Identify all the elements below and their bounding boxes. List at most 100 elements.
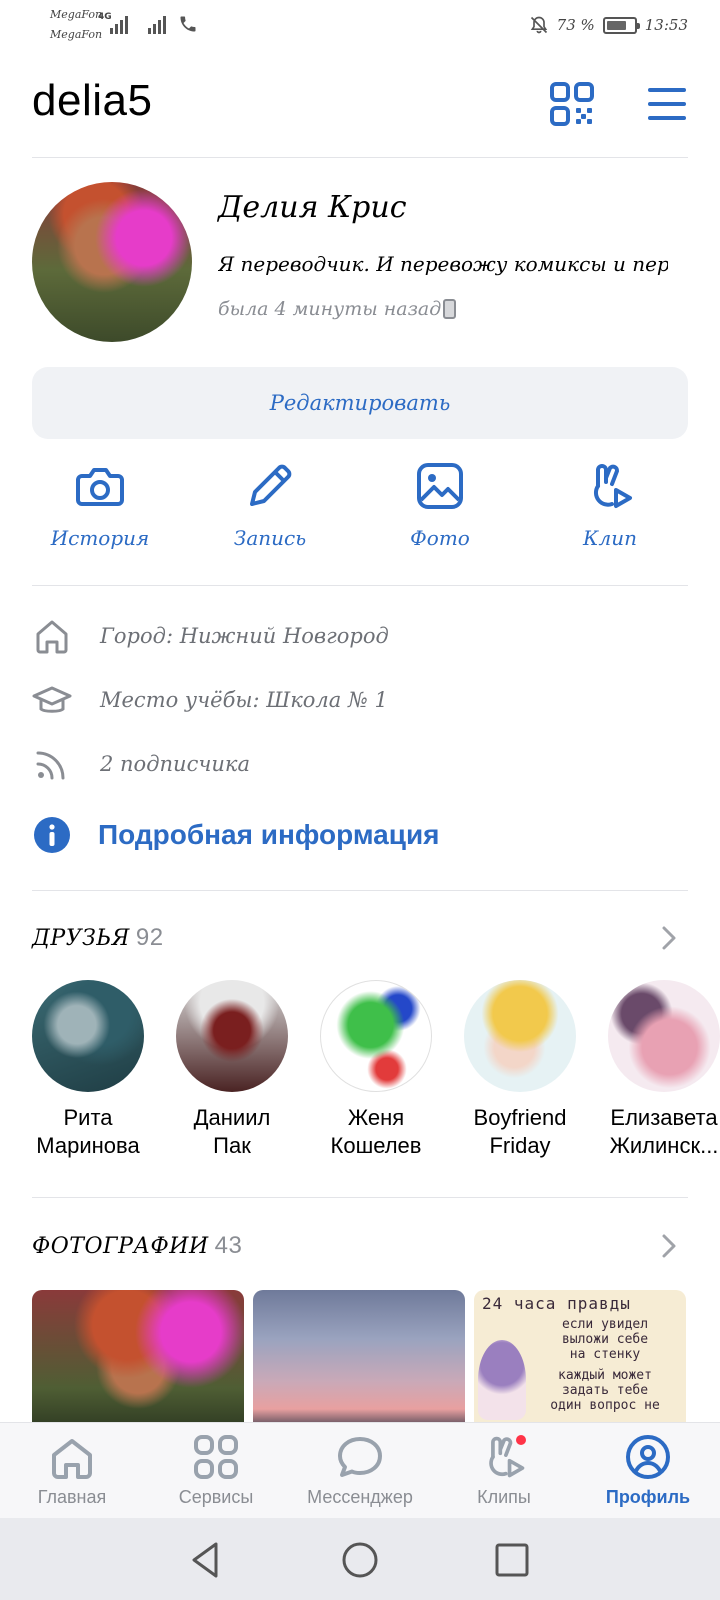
info-school: Место учёбы: Школа № 1 <box>32 680 688 720</box>
profile-header: delia5 <box>32 62 688 158</box>
home-circle-icon[interactable] <box>338 1538 382 1582</box>
qr-code-button[interactable] <box>548 80 596 128</box>
nav-messenger-label: Мессенджер <box>307 1487 413 1507</box>
photo-thumbnail[interactable] <box>32 1290 244 1430</box>
action-clip-label: Клип <box>583 526 637 550</box>
phone-call-icon <box>180 16 196 32</box>
divider <box>32 585 688 586</box>
friend-avatar[interactable] <box>320 980 432 1092</box>
profile-bio[interactable]: Я переводчик. И перевожу комиксы и перев… <box>218 252 668 276</box>
photos-title-text: ФОТОГРАФИИ <box>32 1234 209 1259</box>
education-icon <box>32 686 72 713</box>
carrier-2: MegaFon <box>50 28 103 41</box>
profile-avatar[interactable] <box>32 182 192 342</box>
info-followers[interactable]: 2 подписчика <box>32 744 688 784</box>
edit-profile-button[interactable]: Редактировать <box>32 367 688 439</box>
followers-icon <box>36 751 65 780</box>
info-city: Город: Нижний Новгород <box>32 616 688 656</box>
image-icon <box>417 463 463 509</box>
friend-last-name: Friday <box>489 1133 551 1158</box>
signal-icon <box>110 16 128 34</box>
friend-first-name: Даниил <box>193 1105 271 1130</box>
friends-header[interactable]: ДРУЗЬЯ 92 <box>32 918 688 958</box>
photos-count: 43 <box>214 1232 243 1259</box>
friend-first-name: Женя <box>347 1105 405 1130</box>
action-post[interactable]: Запись <box>200 460 340 570</box>
friend-avatar[interactable] <box>176 980 288 1092</box>
friend-first-name: Рита <box>63 1105 113 1130</box>
friends-count: 92 <box>135 924 164 951</box>
chevron-right-icon[interactable] <box>660 1232 678 1260</box>
friend-last-name: Пак <box>213 1133 251 1158</box>
divider <box>32 1197 688 1198</box>
nav-clips-label: Клипы <box>477 1487 531 1507</box>
info-icon <box>34 817 70 853</box>
chevron-right-icon[interactable] <box>660 924 678 952</box>
nav-profile[interactable]: Профиль <box>576 1433 720 1508</box>
friend-card[interactable]: Даниил Пак <box>160 980 304 1160</box>
friends-title: ДРУЗЬЯ 92 <box>32 924 164 952</box>
carrier-1: MegaFon <box>50 8 103 21</box>
recents-icon[interactable] <box>490 1538 534 1582</box>
action-photo-label: Фото <box>410 526 470 550</box>
mute-bell-icon <box>530 16 547 34</box>
pencil-icon <box>250 464 292 506</box>
friends-list: Рита Маринова Даниил Пак Женя Кошелев Boyfr… <box>0 980 720 1160</box>
photo-note-line: задать тебе <box>561 1383 649 1398</box>
friend-card[interactable]: Елизавета Жилинск... <box>592 980 720 1160</box>
clock: 13:53 <box>644 16 688 34</box>
photo-note-line: на стенку <box>569 1347 641 1362</box>
followers-text: 2 подписчика <box>100 752 250 776</box>
more-info-link[interactable]: Подробная информация <box>32 815 440 855</box>
home-icon <box>52 1439 92 1479</box>
friend-card[interactable]: Женя Кошелев <box>304 980 448 1160</box>
friend-first-name: Boyfriend <box>473 1105 567 1130</box>
friend-name: Женя Кошелев <box>304 1104 448 1160</box>
services-icon <box>194 1435 238 1479</box>
signal-icon-2 <box>148 16 166 34</box>
friend-avatar[interactable] <box>608 980 720 1092</box>
friend-last-name: Кошелев <box>330 1133 422 1158</box>
clip-icon <box>594 464 632 508</box>
nav-clips[interactable]: Клипы <box>432 1433 576 1508</box>
photo-note-line: если увидел <box>561 1317 649 1332</box>
home-icon <box>36 620 68 654</box>
friend-last-name: Маринова <box>36 1133 140 1158</box>
photo-thumbnail[interactable] <box>253 1290 465 1430</box>
action-photo[interactable]: Фото <box>370 460 510 570</box>
friend-name: Рита Маринова <box>16 1104 160 1160</box>
photos-header[interactable]: ФОТОГРАФИИ 43 <box>32 1226 688 1266</box>
mobile-device-icon <box>443 299 457 319</box>
last-seen-text: была 4 минуты назад <box>218 298 442 320</box>
bottom-nav: Главная Сервисы Мессенджер Клипы Профиль <box>0 1422 720 1518</box>
friend-card[interactable]: Рита Маринова <box>16 980 160 1160</box>
friend-name: Даниил Пак <box>160 1104 304 1160</box>
friend-card[interactable]: Boyfriend Friday <box>448 980 592 1160</box>
action-story[interactable]: История <box>30 460 170 570</box>
friend-last-name: Жилинск... <box>609 1133 719 1158</box>
nav-home[interactable]: Главная <box>0 1433 144 1508</box>
menu-button[interactable] <box>646 84 688 124</box>
profile-name: Делия Крис <box>218 190 407 225</box>
nav-services[interactable]: Сервисы <box>144 1433 288 1508</box>
nav-profile-label: Профиль <box>605 1487 691 1507</box>
status-bar: MegaFon MegaFon 4G 73 % 13:53 <box>0 0 720 52</box>
photo-note-heading: 24 часа правды <box>482 1294 631 1313</box>
back-icon[interactable] <box>184 1538 228 1582</box>
friend-avatar[interactable] <box>32 980 144 1092</box>
photo-note-line: каждый может <box>558 1368 652 1383</box>
photos-grid: 24 часа правды если увидел выложи себе н… <box>32 1290 688 1430</box>
last-seen-status: была 4 минуты назад <box>218 298 457 320</box>
friend-name: Елизавета Жилинск... <box>592 1104 720 1160</box>
photos-title: ФОТОГРАФИИ 43 <box>32 1232 242 1260</box>
username: delia5 <box>32 76 153 125</box>
photo-thumbnail[interactable]: 24 часа правды если увидел выложи себе н… <box>474 1290 686 1430</box>
messenger-icon <box>338 1437 382 1477</box>
quick-actions: История Запись Фото Клип <box>32 460 688 570</box>
friend-avatar[interactable] <box>464 980 576 1092</box>
action-clip[interactable]: Клип <box>540 460 680 570</box>
more-info-text: Подробная информация <box>98 819 440 850</box>
friend-first-name: Елизавета <box>610 1105 718 1130</box>
photo-note-line: выложи себе <box>561 1332 649 1347</box>
nav-messenger[interactable]: Мессенджер <box>288 1433 432 1508</box>
